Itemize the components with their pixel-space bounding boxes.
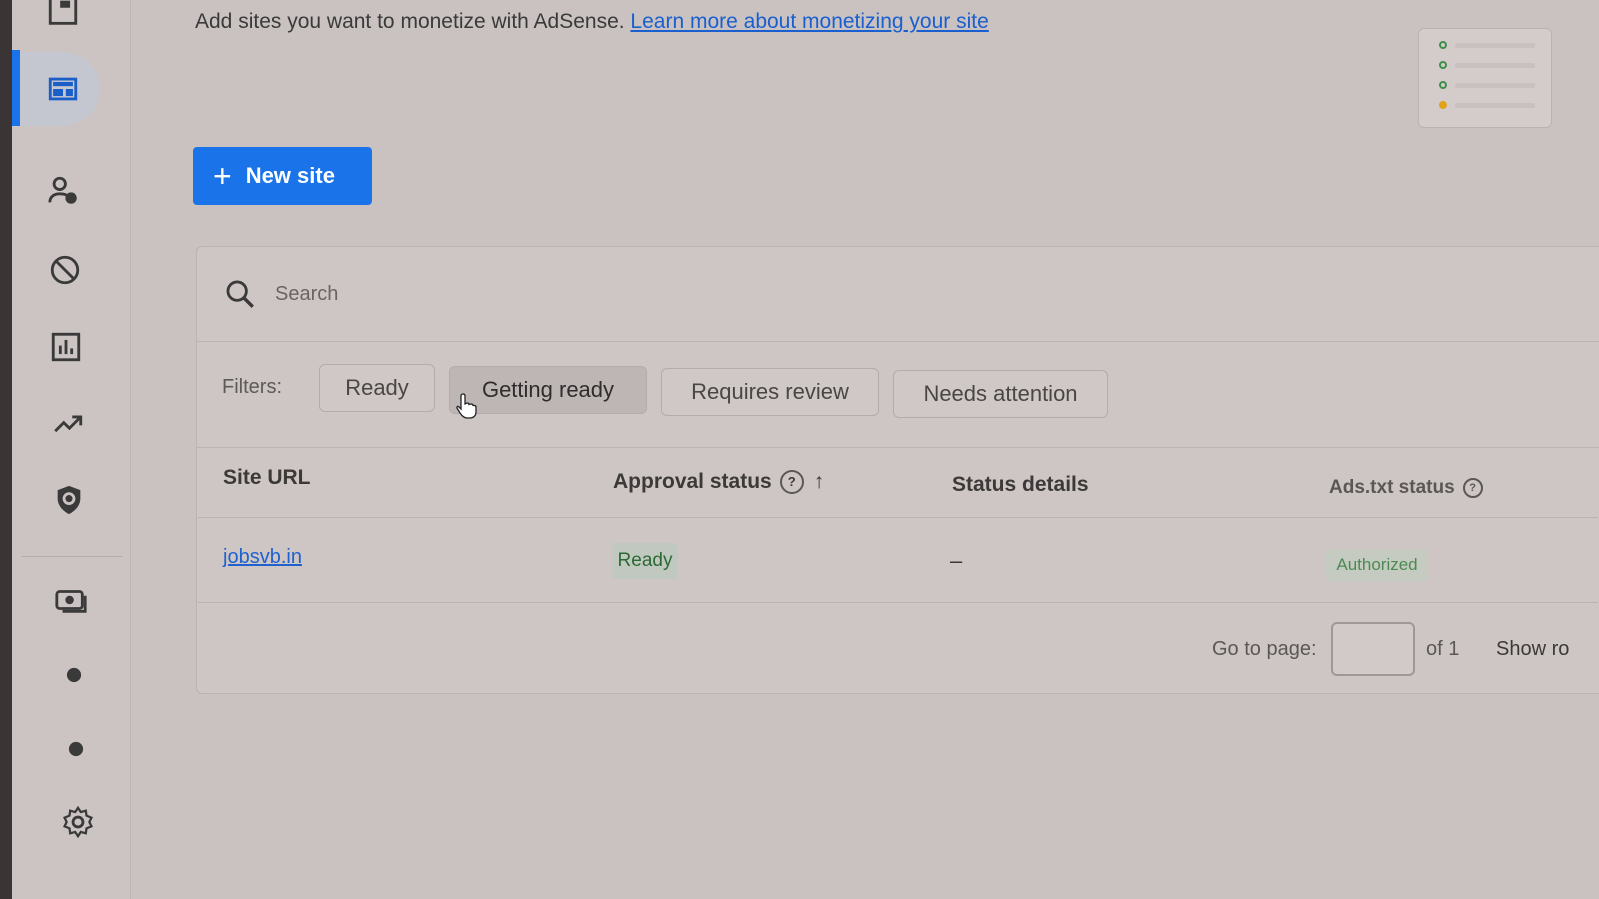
status-details-value: –	[950, 548, 963, 573]
show-rows-label[interactable]: Show ro	[1496, 638, 1569, 661]
table-header-divider	[198, 517, 1598, 518]
screen-bezel	[0, 0, 12, 899]
column-header-ads-txt-status[interactable]: Ads.txt status?	[1329, 477, 1483, 499]
filter-chip-ready[interactable]: Ready	[319, 364, 435, 412]
site-url-link[interactable]: jobsvb.in	[223, 546, 302, 569]
home-icon[interactable]	[45, 0, 81, 30]
page-total: of 1	[1426, 638, 1460, 660]
block-icon[interactable]	[47, 252, 83, 288]
go-to-page-label: Go to page:	[1212, 638, 1317, 660]
table-row-divider	[198, 602, 1598, 603]
filter-chip-needs-attention[interactable]: Needs attention	[893, 370, 1108, 418]
intro-text: Add sites you want to monetize with AdSe…	[195, 10, 625, 33]
help-icon[interactable]: ?	[779, 470, 804, 495]
search-bar	[197, 247, 1599, 342]
search-icon	[226, 280, 254, 308]
search-input[interactable]	[273, 277, 677, 311]
new-site-button[interactable]: + New site	[193, 147, 372, 205]
policy-shield-icon[interactable]	[51, 482, 87, 518]
help-icon[interactable]: ?	[1462, 477, 1483, 498]
ads-txt-status-label: Ads.txt status	[1329, 477, 1455, 498]
column-header-status-details[interactable]: Status details	[952, 473, 1089, 497]
trending-icon[interactable]	[50, 406, 86, 442]
user-account-icon[interactable]	[46, 173, 82, 209]
approval-status-label: Approval status	[613, 470, 772, 493]
column-header-approval-status[interactable]: Approval status? ↑	[613, 470, 825, 495]
settings-icon[interactable]	[60, 804, 96, 840]
filters-label: Filters:	[222, 376, 282, 398]
approval-status-badge: Ready	[612, 543, 678, 579]
go-to-page-input[interactable]	[1331, 622, 1415, 676]
learn-more-link[interactable]: Learn more about monetizing your site	[630, 10, 988, 33]
payments-icon[interactable]	[53, 582, 89, 618]
dot-icon[interactable]	[58, 731, 94, 767]
sort-ascending-icon[interactable]: ↑	[814, 470, 825, 494]
sites-icon[interactable]	[45, 71, 81, 107]
column-header-site-url[interactable]: Site URL	[223, 466, 311, 490]
hand-pointer-icon	[456, 393, 477, 419]
page-intro: Add sites you want to monetize with AdSe…	[195, 10, 989, 34]
sidebar-divider	[22, 556, 122, 557]
ads-txt-status-badge: Authorized	[1326, 549, 1428, 581]
dot-icon[interactable]	[56, 657, 92, 693]
reports-icon[interactable]	[48, 329, 84, 365]
filter-chip-requires-review[interactable]: Requires review	[661, 368, 879, 416]
sidebar-active-indicator	[12, 50, 20, 126]
plus-icon: +	[213, 158, 232, 194]
new-site-label: New site	[245, 163, 335, 188]
checklist-illustration	[1418, 28, 1552, 128]
